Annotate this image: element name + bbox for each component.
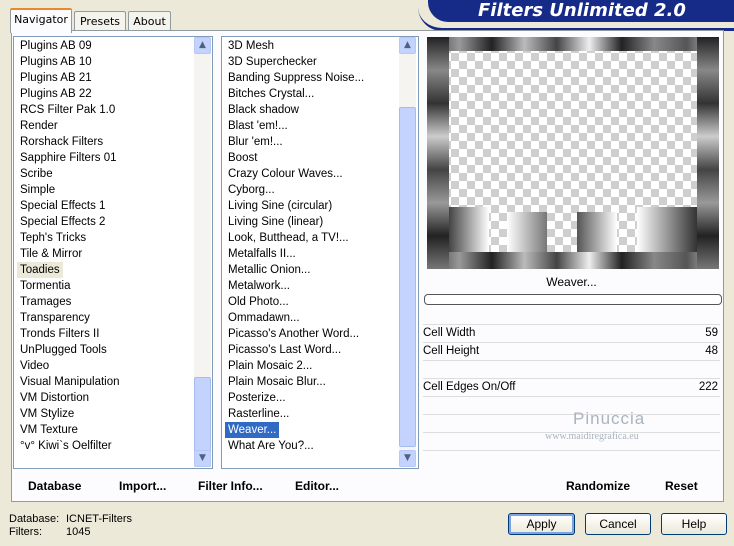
list-item[interactable]: VM Stylize xyxy=(20,406,74,422)
watermark-url: www.maidiregrafica.eu xyxy=(545,431,639,442)
list-item[interactable]: Rorshack Filters xyxy=(20,134,103,150)
list-item[interactable]: 3D Superchecker xyxy=(228,54,317,70)
randomize-button[interactable]: Randomize xyxy=(566,478,630,494)
scroll-down-icon[interactable]: ▼ xyxy=(399,450,416,467)
slider-label: Cell Width xyxy=(423,327,476,339)
filter-scrollbar[interactable]: ▲ ▼ xyxy=(399,37,416,467)
tab-about[interactable]: About xyxy=(128,11,171,31)
list-item[interactable]: Posterize... xyxy=(228,390,286,406)
list-item[interactable]: Metalwork... xyxy=(228,278,290,294)
filters-label: Filters: xyxy=(9,526,42,538)
list-item[interactable]: Look, Butthead, a TV!... xyxy=(228,230,349,246)
list-item[interactable]: Black shadow xyxy=(228,102,299,118)
list-item[interactable]: Weaver... xyxy=(225,422,280,438)
list-item[interactable]: Bitches Crystal... xyxy=(228,86,314,102)
list-item[interactable]: Living Sine (linear) xyxy=(228,214,323,230)
slider-value: 59 xyxy=(705,327,718,339)
apply-button[interactable]: Apply xyxy=(508,513,575,535)
scroll-up-icon[interactable]: ▲ xyxy=(194,37,211,54)
slider-cell-height[interactable]: Cell Height 48 xyxy=(423,343,720,360)
app-banner-title: Filters Unlimited 2.0 xyxy=(428,0,734,22)
database-value: ICNET-Filters xyxy=(66,513,132,525)
progress-bar xyxy=(424,294,722,305)
slider-value: 222 xyxy=(698,381,718,393)
list-item[interactable]: Cyborg... xyxy=(228,182,275,198)
list-item[interactable]: Plugins AB 22 xyxy=(20,86,92,102)
list-item[interactable]: Rasterline... xyxy=(228,406,289,422)
help-button[interactable]: Help xyxy=(661,513,727,535)
slider-cell-edges[interactable]: Cell Edges On/Off 222 xyxy=(423,379,720,396)
slider-cell-width[interactable]: Cell Width 59 xyxy=(423,325,720,342)
list-item[interactable]: Plugins AB 21 xyxy=(20,70,92,86)
list-item[interactable]: Teph's Tricks xyxy=(20,230,86,246)
filter-list[interactable]: 3D Mesh 3D Superchecker Banding Suppress N… xyxy=(221,36,419,469)
list-item[interactable]: Tormentia xyxy=(20,278,71,294)
list-item[interactable]: VM Texture xyxy=(20,422,78,438)
list-item[interactable]: Metalfalls II... xyxy=(228,246,296,262)
list-item[interactable]: Metallic Onion... xyxy=(228,262,310,278)
cancel-button[interactable]: Cancel xyxy=(585,513,651,535)
list-item[interactable]: Special Effects 1 xyxy=(20,198,105,214)
list-item[interactable]: Render xyxy=(20,118,58,134)
editor-button[interactable]: Editor... xyxy=(295,478,339,494)
list-item[interactable]: Visual Manipulation xyxy=(20,374,120,390)
list-item[interactable]: Transparency xyxy=(20,310,90,326)
list-item[interactable]: Video xyxy=(20,358,49,374)
category-scrollbar[interactable]: ▲ ▼ xyxy=(194,37,211,467)
list-item[interactable]: Ommadawn... xyxy=(228,310,300,326)
scroll-down-icon[interactable]: ▼ xyxy=(194,450,211,467)
tab-presets[interactable]: Presets xyxy=(74,11,126,31)
list-item[interactable]: Picasso's Another Word... xyxy=(228,326,359,342)
slider-value: 48 xyxy=(705,345,718,357)
reset-button[interactable]: Reset xyxy=(665,478,698,494)
filter-info-button[interactable]: Filter Info... xyxy=(198,478,263,494)
import-button[interactable]: Import... xyxy=(119,478,166,494)
list-item[interactable]: Plugins AB 10 xyxy=(20,54,92,70)
list-item[interactable]: Plugins AB 09 xyxy=(20,38,92,54)
list-item[interactable]: Toadies xyxy=(17,262,63,278)
list-item[interactable]: °v° Kiwi`s Oelfilter xyxy=(20,438,112,454)
slider-label: Cell Height xyxy=(423,345,480,357)
list-item[interactable]: What Are You?... xyxy=(228,438,314,454)
list-item[interactable]: RCS Filter Pak 1.0 xyxy=(20,102,115,118)
list-item[interactable]: Plain Mosaic Blur... xyxy=(228,374,326,390)
list-item[interactable]: UnPlugged Tools xyxy=(20,342,107,358)
category-list[interactable]: Plugins AB 09 Plugins AB 10 Plugins AB 21 P… xyxy=(13,36,213,469)
list-item[interactable]: Living Sine (circular) xyxy=(228,198,332,214)
list-item[interactable]: Picasso's Last Word... xyxy=(228,342,341,358)
list-item[interactable]: Simple xyxy=(20,182,55,198)
list-item[interactable]: Plain Mosaic 2... xyxy=(228,358,312,374)
list-item[interactable]: Blur 'em!... xyxy=(228,134,283,150)
tab-navigator[interactable]: Navigator xyxy=(10,8,72,33)
list-item[interactable]: Tile & Mirror xyxy=(20,246,82,262)
list-item[interactable]: Tronds Filters II xyxy=(20,326,99,342)
scroll-up-icon[interactable]: ▲ xyxy=(399,37,416,54)
list-item[interactable]: Blast 'em!... xyxy=(228,118,288,134)
list-item[interactable]: Sapphire Filters 01 xyxy=(20,150,117,166)
list-item[interactable]: VM Distortion xyxy=(20,390,89,406)
filter-name-label: Weaver... xyxy=(546,275,597,289)
watermark-name: Pinuccia xyxy=(573,409,646,428)
list-item[interactable]: Old Photo... xyxy=(228,294,289,310)
filters-count: 1045 xyxy=(66,526,91,538)
list-item[interactable]: Tramages xyxy=(20,294,71,310)
scroll-thumb[interactable] xyxy=(399,107,416,447)
list-item[interactable]: 3D Mesh xyxy=(228,38,274,54)
list-item[interactable]: Boost xyxy=(228,150,257,166)
database-label: Database: xyxy=(9,513,60,525)
preview-image xyxy=(427,37,719,269)
slider-label: Cell Edges On/Off xyxy=(423,381,516,393)
list-item[interactable]: Scribe xyxy=(20,166,53,182)
list-item[interactable]: Special Effects 2 xyxy=(20,214,105,230)
database-button[interactable]: Database xyxy=(28,478,81,494)
list-item[interactable]: Crazy Colour Waves... xyxy=(228,166,343,182)
list-item[interactable]: Banding Suppress Noise... xyxy=(228,70,364,86)
